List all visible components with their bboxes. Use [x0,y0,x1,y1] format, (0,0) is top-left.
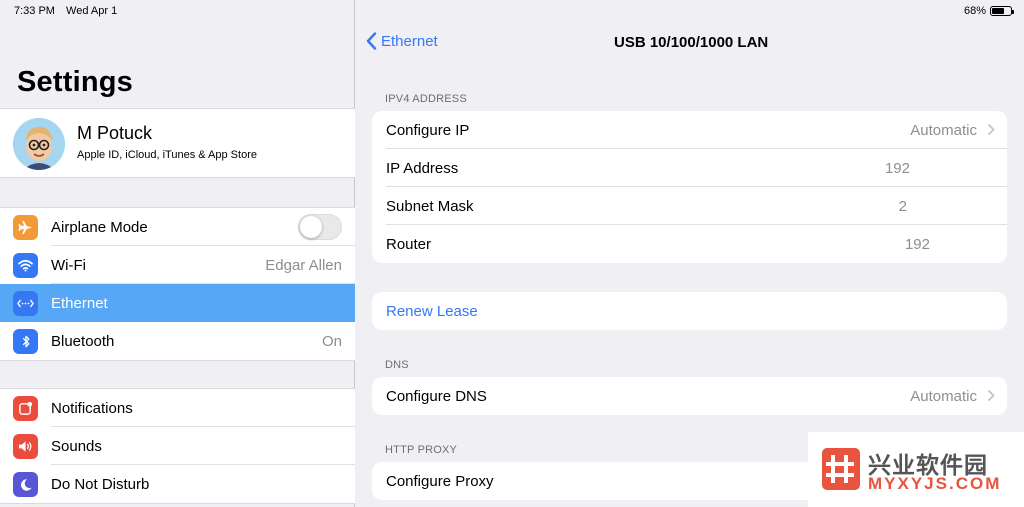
airplane-mode-toggle[interactable] [298,214,342,240]
configure-proxy-label: Configure Proxy [386,472,494,490]
sidebar-title: Settings [17,66,133,98]
sidebar-item-notifications[interactable]: Notifications [0,389,355,427]
dns-section-header: DNS [385,359,409,371]
configure-dns-label: Configure DNS [386,387,487,405]
sidebar-item-label: Notifications [51,399,133,417]
configure-ip-label: Configure IP [386,121,470,139]
watermark-subtitle: MYXYJS.COM [868,474,1002,493]
back-button[interactable]: Ethernet [366,32,438,50]
battery-percent: 68% [963,5,986,17]
dns-card: Configure DNS Automatic [372,377,1007,415]
subnet-mask-row: Subnet Mask 2 [372,187,1007,225]
sidebar-item-ethernet[interactable]: Ethernet [0,284,355,322]
router-value: 192 [904,235,930,253]
chevron-left-icon [366,32,377,50]
ipv4-card: Configure IP Automatic IP Address 192 Su… [372,111,1007,263]
bluetooth-value: On [321,332,342,350]
sidebar-item-bluetooth[interactable]: Bluetooth On [0,322,355,360]
subnet-mask-value: 2 [898,197,907,215]
profile-subtitle: Apple ID, iCloud, iTunes & App Store [77,149,257,161]
ip-address-value: 192 [884,159,910,177]
battery-icon [990,6,1014,16]
status-date: Wed Apr 1 [66,5,118,17]
watermark-logo-icon [822,448,860,490]
ip-address-row: IP Address 192 [372,149,1007,187]
sidebar-item-label: Bluetooth [51,332,115,350]
sidebar-item-airplane-mode[interactable]: Airplane Mode [0,208,355,246]
subnet-mask-label: Subnet Mask [386,197,474,215]
sidebar-item-do-not-disturb[interactable]: Do Not Disturb [0,465,355,503]
watermark: 兴业软件园 MYXYJS.COM [808,432,1024,507]
profile-name: M Potuck [77,123,153,143]
renew-lease-button[interactable]: Renew Lease [372,292,1007,330]
chevron-right-icon [987,389,995,402]
status-bar: 7:33 PM Wed Apr 1 68% [0,0,1024,22]
avatar [13,118,65,170]
back-button-label: Ethernet [381,32,438,50]
wifi-network-value: Edgar Allen [265,256,342,274]
notifications-icon [13,396,38,421]
proxy-section-header: HTTP PROXY [385,444,458,456]
bluetooth-icon [13,329,38,354]
ip-address-label: IP Address [386,159,459,177]
detail-pane: Ethernet USB 10/100/1000 LAN IPV4 ADDRES… [356,0,1024,507]
router-label: Router [386,235,432,253]
renew-lease-card: Renew Lease [372,292,1007,330]
sidebar-item-label: Sounds [51,437,102,455]
ipv4-section-header: IPV4 ADDRESS [385,93,467,105]
sidebar-item-wifi[interactable]: Wi-Fi Edgar Allen [0,246,355,284]
status-time: 7:33 PM [14,5,55,17]
sidebar-item-label: Airplane Mode [51,218,148,236]
sounds-icon [13,434,38,459]
sidebar-item-label: Wi-Fi [51,256,86,274]
notifications-group: Notifications Sounds Do Not Disturb [0,388,355,504]
profile-row[interactable]: M Potuck Apple ID, iCloud, iTunes & App … [0,108,355,178]
moon-icon [13,472,38,497]
page-title: USB 10/100/1000 LAN [614,34,769,51]
sidebar-item-label: Do Not Disturb [51,475,150,493]
configure-ip-row[interactable]: Configure IP Automatic [372,111,1007,149]
sidebar-item-label: Ethernet [51,294,108,312]
sidebar: Settings M Potuck Apple ID, iCloud, iTun… [0,0,355,507]
sidebar-item-sounds[interactable]: Sounds [0,427,355,465]
configure-dns-value: Automatic [910,387,977,405]
router-row: Router 192 [372,225,1007,263]
chevron-right-icon [987,123,995,136]
ethernet-icon [13,291,38,316]
airplane-icon [13,215,38,240]
renew-lease-label: Renew Lease [386,302,478,320]
wifi-icon [13,253,38,278]
connectivity-group: Airplane Mode Wi-Fi Edgar Allen Ethernet… [0,207,355,361]
configure-dns-row[interactable]: Configure DNS Automatic [372,377,1007,415]
configure-ip-value: Automatic [910,121,977,139]
